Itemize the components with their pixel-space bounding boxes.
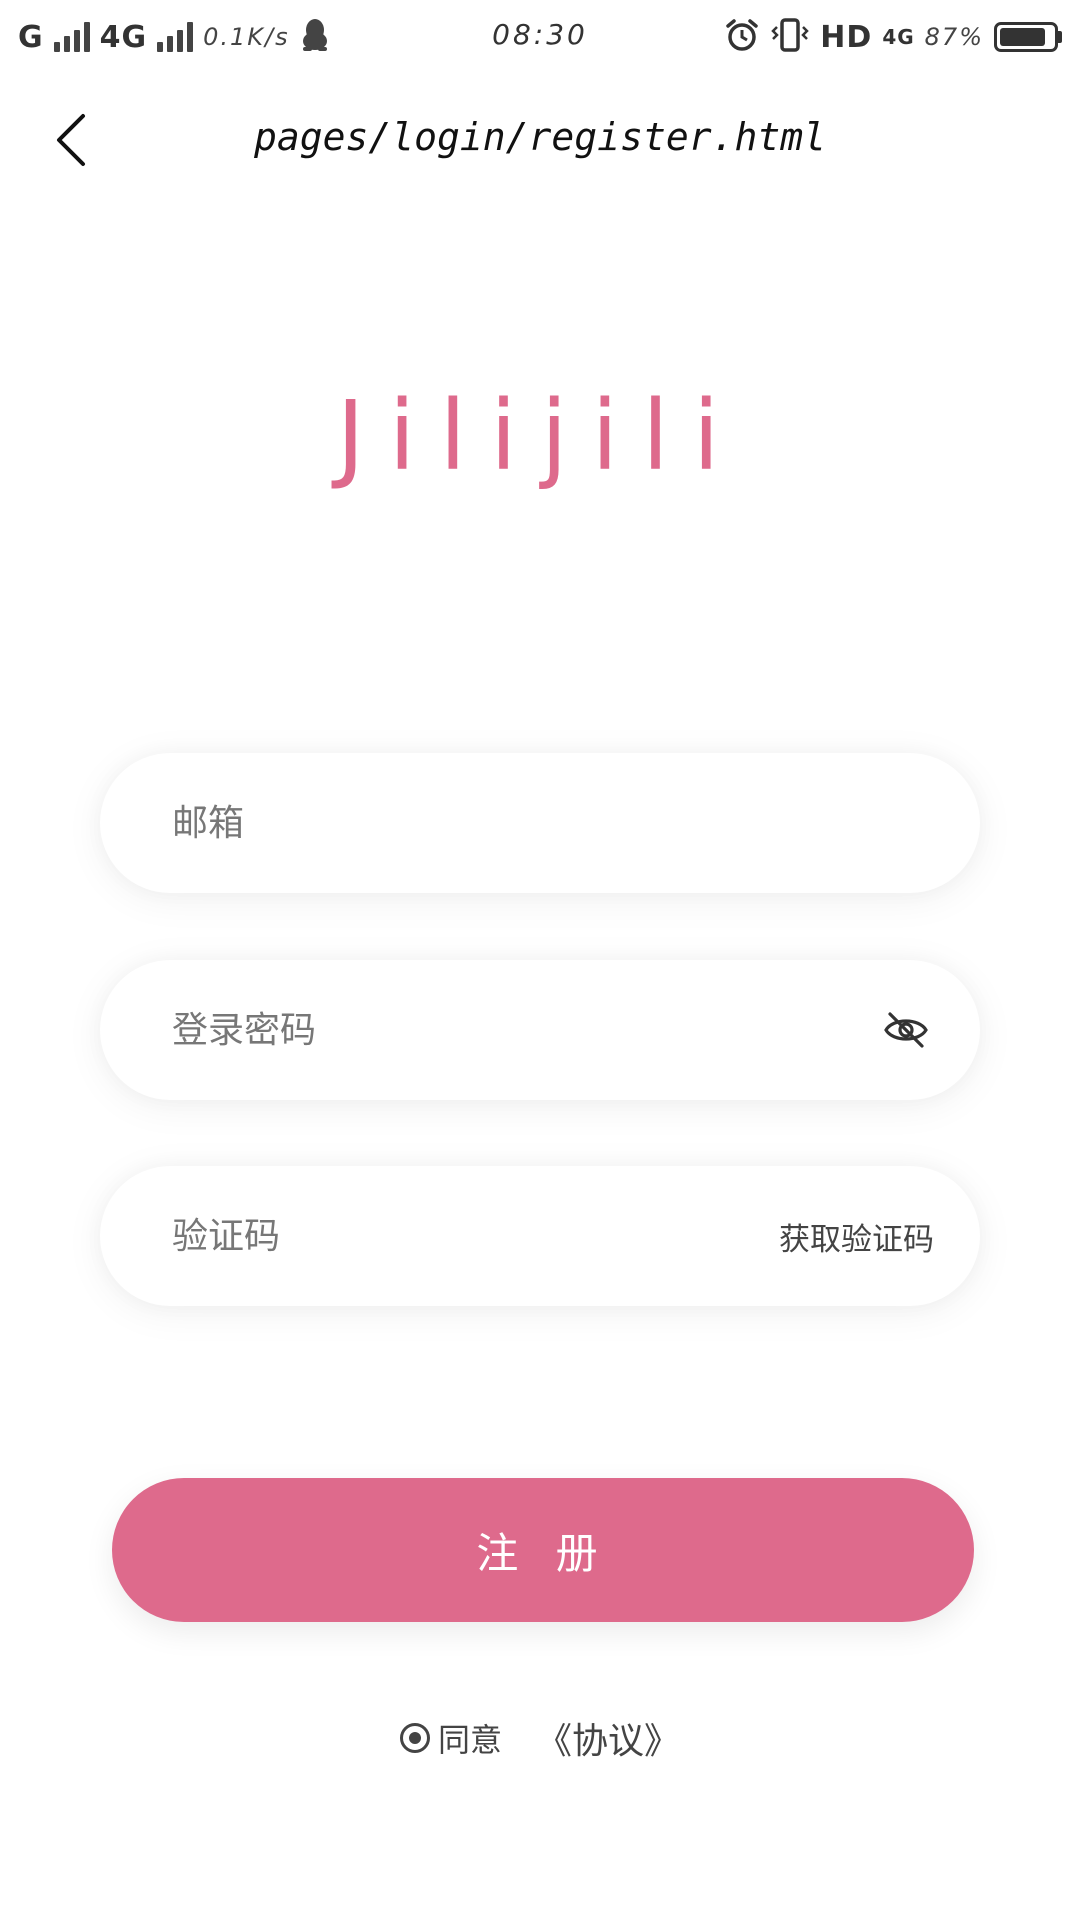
app-logo: Jilijili bbox=[336, 380, 744, 492]
signal-2-label: 4G bbox=[99, 19, 148, 55]
password-field[interactable] bbox=[100, 960, 980, 1100]
register-button[interactable]: 注 册 bbox=[112, 1478, 974, 1622]
net-speed: 0.1K/s bbox=[203, 23, 290, 51]
agreement-row: 同意 《协议》 bbox=[0, 1712, 1080, 1764]
protocol-link[interactable]: 《协议》 bbox=[536, 1712, 680, 1764]
battery-percent: 87% bbox=[924, 23, 984, 51]
vibrate-icon bbox=[770, 17, 810, 57]
status-left: G 4G 0.1K/s bbox=[18, 17, 330, 57]
nav-bar: pages/login/register.html bbox=[0, 95, 1080, 185]
agree-label[interactable]: 同意 bbox=[438, 1715, 502, 1761]
email-input[interactable] bbox=[172, 802, 934, 844]
register-screen: G 4G 0.1K/s 08:30 HD 4G 87% pages/login/… bbox=[0, 0, 1080, 1920]
battery-icon bbox=[994, 22, 1062, 52]
password-input[interactable] bbox=[172, 1009, 878, 1051]
verification-code-field[interactable]: 获取验证码 bbox=[100, 1166, 980, 1306]
network-type: 4G bbox=[882, 25, 915, 49]
page-title: pages/login/register.html bbox=[254, 115, 826, 159]
status-bar: G 4G 0.1K/s 08:30 HD 4G 87% bbox=[0, 0, 1080, 74]
qq-penguin-icon bbox=[300, 17, 330, 57]
verification-code-input[interactable] bbox=[172, 1215, 779, 1257]
eye-off-icon bbox=[884, 1012, 928, 1048]
status-right: HD 4G 87% bbox=[724, 17, 1062, 57]
signal-bars-2-icon bbox=[157, 22, 194, 52]
get-code-button[interactable]: 获取验证码 bbox=[779, 1214, 934, 1259]
agree-radio[interactable] bbox=[399, 1723, 430, 1753]
signal-1-label: G bbox=[18, 19, 44, 55]
hd-label: HD bbox=[820, 19, 873, 55]
password-visibility-toggle[interactable] bbox=[878, 1002, 934, 1058]
alarm-icon bbox=[724, 17, 760, 57]
signal-bars-icon bbox=[53, 22, 90, 52]
email-field[interactable] bbox=[100, 753, 980, 893]
